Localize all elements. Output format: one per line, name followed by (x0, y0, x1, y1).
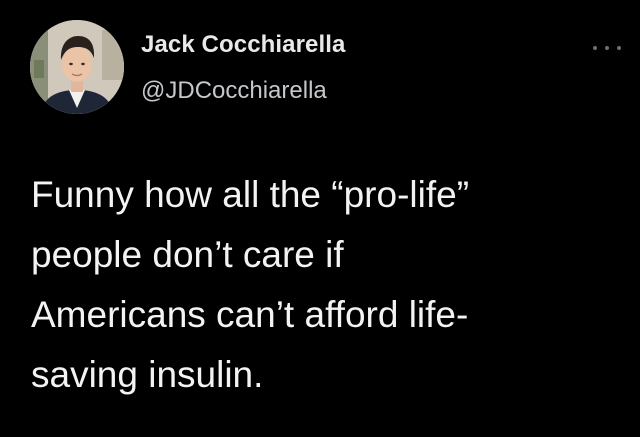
tweet-text-line: Funny how all the “pro-life” (31, 174, 470, 215)
avatar[interactable] (30, 20, 124, 114)
tweet-text: Funny how all the “pro-life” people don’… (31, 165, 611, 405)
user-handle[interactable]: @JDCocchiarella (141, 77, 327, 105)
tweet-card: Jack Cocchiarella @JDCocchiarella Funny … (0, 0, 640, 437)
tweet-text-line: saving insulin. (31, 354, 264, 395)
profile-photo-icon (30, 20, 124, 114)
more-dot (593, 46, 597, 50)
tweet-text-line: people don’t care if (31, 234, 344, 275)
display-name[interactable]: Jack Cocchiarella (141, 31, 346, 59)
more-options-icon[interactable] (593, 43, 621, 53)
tweet-text-line: Americans can’t afford life- (31, 294, 469, 335)
more-dot (605, 46, 609, 50)
more-dot (617, 46, 621, 50)
